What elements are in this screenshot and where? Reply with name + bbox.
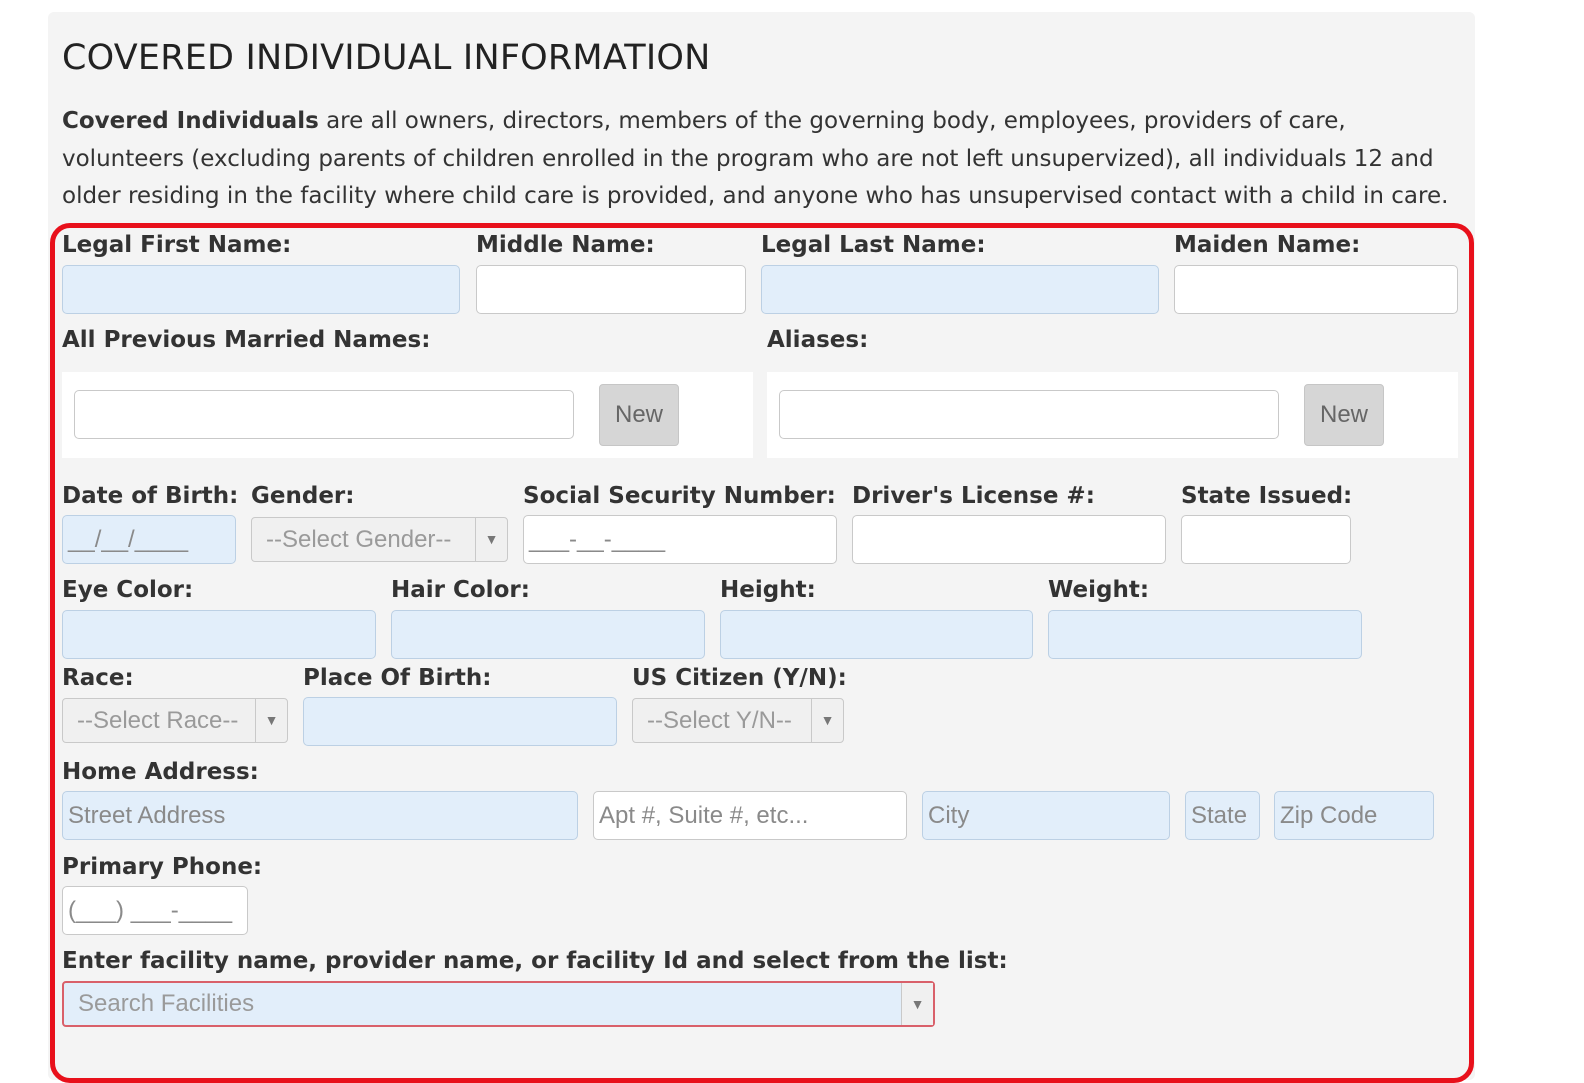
caret-down-icon: ▼ <box>255 699 287 742</box>
eye-color-label: Eye Color: <box>62 577 194 603</box>
primary-phone-label: Primary Phone: <box>62 854 263 880</box>
zip-code-field[interactable] <box>1280 792 1433 839</box>
race-select[interactable]: --Select Race-- ▼ <box>62 698 288 743</box>
middle-name-label: Middle Name: <box>476 232 655 258</box>
maiden-name-input[interactable] <box>1174 265 1458 314</box>
street-address-input[interactable] <box>62 791 578 840</box>
gender-select[interactable]: --Select Gender-- ▼ <box>251 517 508 562</box>
gender-label: Gender: <box>251 483 355 509</box>
previous-married-name-input[interactable] <box>74 390 574 439</box>
facility-search-label: Enter facility name, provider name, or f… <box>62 948 1008 974</box>
caret-down-icon: ▼ <box>475 518 507 561</box>
facility-search-select[interactable]: Search Facilities ▼ <box>62 981 935 1027</box>
drivers-license-label: Driver's License #: <box>852 483 1095 509</box>
drivers-license-input[interactable] <box>852 515 1166 564</box>
height-label: Height: <box>720 577 816 603</box>
caret-down-icon: ▼ <box>901 983 933 1025</box>
race-label: Race: <box>62 665 134 691</box>
add-alias-button[interactable]: New <box>1304 384 1384 446</box>
city-field[interactable] <box>928 792 1169 839</box>
home-address-label: Home Address: <box>62 759 259 785</box>
alias-input[interactable] <box>779 390 1279 439</box>
height-input[interactable] <box>720 610 1033 659</box>
apt-suite-field[interactable] <box>599 792 906 839</box>
weight-label: Weight: <box>1048 577 1150 603</box>
legal-first-name-input[interactable] <box>62 265 460 314</box>
apt-suite-input[interactable] <box>593 791 907 840</box>
us-citizen-label: US Citizen (Y/N): <box>632 665 847 691</box>
date-of-birth-input[interactable]: __/__/____ <box>62 515 236 564</box>
maiden-name-label: Maiden Name: <box>1174 232 1361 258</box>
middle-name-input[interactable] <box>476 265 746 314</box>
street-address-field[interactable] <box>68 792 577 839</box>
legal-first-name-label: Legal First Name: <box>62 232 292 258</box>
state-issued-input[interactable] <box>1181 515 1351 564</box>
add-previous-married-name-button[interactable]: New <box>599 384 679 446</box>
ssn-input[interactable]: ___-__-____ <box>523 515 837 564</box>
place-of-birth-label: Place Of Birth: <box>303 665 492 691</box>
aliases-label: Aliases: <box>767 327 869 353</box>
city-input[interactable] <box>922 791 1170 840</box>
ssn-label: Social Security Number: <box>523 483 836 509</box>
race-select-value: --Select Race-- <box>77 707 239 734</box>
state-field[interactable] <box>1191 792 1259 839</box>
zip-code-input[interactable] <box>1274 791 1434 840</box>
place-of-birth-input[interactable] <box>303 697 617 746</box>
previous-married-names-label: All Previous Married Names: <box>62 327 431 353</box>
us-citizen-select-value: --Select Y/N-- <box>647 707 792 734</box>
gender-select-value: --Select Gender-- <box>266 526 452 553</box>
hair-color-input[interactable] <box>391 610 705 659</box>
hair-color-label: Hair Color: <box>391 577 530 603</box>
intro-bold-term: Covered Individuals <box>62 108 319 134</box>
facility-search-placeholder: Search Facilities <box>78 990 255 1017</box>
section-title: COVERED INDIVIDUAL INFORMATION <box>62 38 711 78</box>
state-issued-label: State Issued: <box>1181 483 1353 509</box>
eye-color-input[interactable] <box>62 610 376 659</box>
legal-last-name-input[interactable] <box>761 265 1159 314</box>
legal-last-name-label: Legal Last Name: <box>761 232 986 258</box>
state-input[interactable] <box>1185 791 1260 840</box>
us-citizen-select[interactable]: --Select Y/N-- ▼ <box>632 698 844 743</box>
primary-phone-input[interactable]: (___) ___-____ <box>62 886 248 935</box>
section-intro: Covered Individuals are all owners, dire… <box>62 103 1462 216</box>
date-of-birth-label: Date of Birth: <box>62 483 239 509</box>
weight-input[interactable] <box>1048 610 1362 659</box>
caret-down-icon: ▼ <box>811 699 843 742</box>
